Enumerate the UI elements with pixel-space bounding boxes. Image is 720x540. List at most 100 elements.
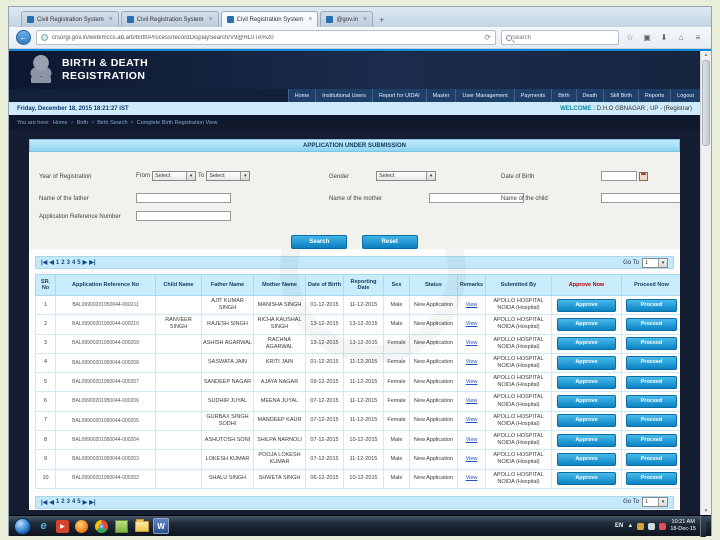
gender-select[interactable]: Select ▾: [376, 171, 436, 181]
proceed-button[interactable]: Proceed: [626, 375, 677, 389]
view-link[interactable]: View: [466, 437, 478, 443]
breadcrumb-link[interactable]: Birth: [77, 120, 88, 126]
last-page-icon[interactable]: ▶|: [89, 259, 95, 266]
view-link[interactable]: View: [466, 456, 478, 462]
page-number-link[interactable]: 1: [56, 260, 59, 266]
nav-menu-item[interactable]: Still Birth: [603, 89, 638, 102]
page-number-link[interactable]: 4: [72, 499, 75, 505]
approve-button[interactable]: Approve: [557, 375, 616, 389]
next-page-icon[interactable]: ▶: [83, 259, 88, 266]
approve-button[interactable]: Approve: [557, 394, 616, 409]
breadcrumb-link[interactable]: Complete Birth Registration View: [137, 120, 218, 126]
nav-menu-item[interactable]: Death: [575, 89, 604, 102]
proceed-button[interactable]: Proceed: [626, 414, 677, 428]
view-link[interactable]: View: [466, 302, 478, 308]
tray-action-center-icon[interactable]: [637, 522, 645, 530]
approve-button[interactable]: Approve: [557, 472, 616, 486]
nav-menu-item[interactable]: User Management: [455, 89, 514, 102]
page-number-link[interactable]: 2: [61, 260, 64, 266]
show-desktop-button[interactable]: [700, 515, 706, 537]
proceed-button[interactable]: Proceed: [626, 394, 677, 409]
view-link[interactable]: View: [466, 475, 478, 481]
first-page-icon[interactable]: |◀: [41, 499, 47, 506]
new-tab-button[interactable]: +: [379, 15, 384, 25]
prev-page-icon[interactable]: ◀: [49, 259, 54, 266]
scrollbar-thumb[interactable]: [702, 60, 710, 146]
view-link[interactable]: View: [466, 321, 478, 327]
goto-page-select[interactable]: 1 ▾: [642, 257, 668, 268]
year-from-select[interactable]: Select ▾: [152, 171, 196, 181]
view-link[interactable]: View: [466, 340, 478, 346]
proceed-button[interactable]: Proceed: [626, 356, 677, 370]
next-page-icon[interactable]: ▶: [83, 499, 88, 506]
view-link[interactable]: View: [466, 417, 478, 423]
sticky-notes-icon[interactable]: [114, 519, 129, 534]
scroll-up-icon[interactable]: ▲: [701, 52, 711, 58]
breadcrumb-link[interactable]: Birth Search: [97, 120, 127, 126]
bookmark-star-icon[interactable]: ☆: [624, 33, 636, 42]
firefox-icon[interactable]: [74, 519, 89, 534]
approve-button[interactable]: Approve: [557, 298, 616, 312]
tab-close-icon[interactable]: ×: [109, 16, 113, 23]
downloads-icon[interactable]: ⬇: [658, 33, 670, 42]
language-indicator[interactable]: EN: [615, 523, 623, 529]
nav-menu-item[interactable]: Report for UIDAI: [372, 89, 426, 102]
bookmarks-menu-icon[interactable]: ▣: [641, 33, 653, 42]
child-name-input[interactable]: [601, 193, 680, 203]
tab-close-icon[interactable]: ×: [308, 16, 312, 23]
page-number-link[interactable]: 3: [67, 499, 70, 505]
menu-hamburger-icon[interactable]: ≡: [692, 33, 704, 42]
page-number-link[interactable]: 2: [61, 499, 64, 505]
tray-network-icon[interactable]: [648, 522, 656, 530]
goto-page-select[interactable]: 1 ▾: [642, 497, 668, 508]
browser-search-box[interactable]: [501, 30, 619, 45]
tab-gov-in[interactable]: @gov.in ×: [320, 11, 374, 27]
view-link[interactable]: View: [466, 379, 478, 385]
nav-menu-item[interactable]: Master: [425, 89, 456, 102]
approve-button[interactable]: Approve: [557, 317, 616, 331]
approve-button[interactable]: Approve: [557, 337, 616, 351]
url-text[interactable]: crsorgi.gov.in/web/mccs.ab.arb/birth/Pro…: [52, 35, 274, 41]
url-bar[interactable]: crsorgi.gov.in/web/mccs.ab.arb/birth/Pro…: [36, 30, 496, 45]
proceed-button[interactable]: Proceed: [626, 337, 677, 351]
view-link[interactable]: View: [466, 359, 478, 365]
page-number-link[interactable]: 1: [56, 499, 59, 505]
proceed-button[interactable]: Proceed: [626, 472, 677, 486]
browser-scrollbar[interactable]: ▲ ▼: [700, 51, 711, 515]
nav-menu-item[interactable]: Reports: [637, 89, 671, 102]
page-number-link[interactable]: 5: [77, 499, 80, 505]
nav-menu-item[interactable]: Institutional Users: [315, 89, 373, 102]
application-reference-input[interactable]: [136, 211, 231, 221]
nav-menu-item[interactable]: Payments: [513, 89, 552, 102]
nav-menu-item[interactable]: Logout: [670, 89, 700, 102]
approve-button[interactable]: Approve: [557, 433, 616, 447]
nav-menu-item[interactable]: Home: [287, 89, 316, 102]
file-explorer-icon[interactable]: [134, 518, 149, 534]
tray-expand-icon[interactable]: ▲: [627, 523, 633, 529]
father-name-input[interactable]: [136, 193, 231, 203]
tab-civil-registration-2[interactable]: Civil Registration System ×: [120, 11, 219, 27]
view-link[interactable]: View: [466, 398, 478, 404]
proceed-button[interactable]: Proceed: [626, 298, 677, 312]
tab-civil-registration-1[interactable]: Civil Registration System ×: [21, 11, 119, 27]
page-number-link[interactable]: 4: [72, 260, 75, 266]
nav-menu-item[interactable]: Birth: [551, 89, 576, 102]
search-button[interactable]: Search: [291, 235, 348, 249]
taskbar-clock[interactable]: 10:21 AM 18-Dec-15: [670, 519, 696, 533]
proceed-button[interactable]: Proceed: [626, 317, 677, 331]
page-number-link[interactable]: 5: [77, 260, 80, 266]
start-button[interactable]: [14, 517, 31, 535]
browser-search-input[interactable]: [512, 34, 614, 41]
approve-button[interactable]: Approve: [557, 414, 616, 428]
reset-button[interactable]: Reset: [361, 235, 418, 249]
first-page-icon[interactable]: |◀: [41, 259, 47, 266]
calendar-icon[interactable]: [639, 171, 648, 181]
page-number-link[interactable]: 3: [67, 260, 70, 266]
scroll-down-icon[interactable]: ▼: [701, 508, 711, 514]
year-to-select[interactable]: Select ▾: [206, 171, 251, 181]
approve-button[interactable]: Approve: [557, 356, 616, 370]
tab-civil-registration-3-active[interactable]: Civil Registration System ×: [220, 11, 319, 27]
home-icon[interactable]: ⌂: [675, 33, 687, 42]
proceed-button[interactable]: Proceed: [626, 433, 677, 447]
date-of-birth-input[interactable]: [601, 171, 637, 181]
